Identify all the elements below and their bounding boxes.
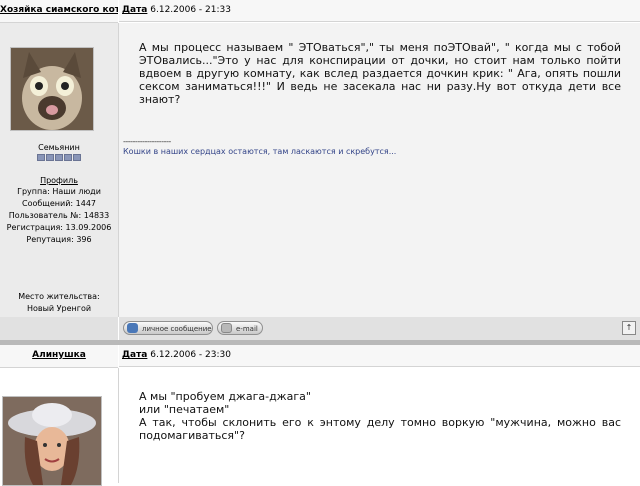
user-registration: Регистрация: 13.09.2006 [6,223,112,232]
private-message-button[interactable]: личное сообщение [123,321,213,335]
user-group: Группа: Наши люди [17,187,101,196]
avatar [2,396,102,486]
email-button-label: e-mail [236,325,258,333]
post-message: А мы "пробуем джага-джага" или "печатаем… [139,390,621,442]
post-message-line: А мы "пробуем джага-джага" [139,390,311,403]
author-panel: Семьянин Профиль Группа: Наши люди Сообщ… [0,23,119,317]
date-label[interactable]: Дата [122,5,147,15]
post-body-panel: А мы "пробуем джага-джага" или "печатаем… [119,368,640,483]
cat-avatar-icon [11,48,93,130]
date-label[interactable]: Дата [122,350,147,360]
post-message: А мы процесс называем " ЭТОваться"," ты … [139,41,621,106]
scroll-top-button[interactable]: ↑ [622,321,636,335]
location-label: Место жительства: [18,292,100,301]
post-date: Дата 6.12.2006 - 21:33 [119,0,640,22]
post-body-panel: А мы процесс называем " ЭТОваться"," ты … [119,23,640,317]
email-button[interactable]: e-mail [217,321,263,335]
post-author-name[interactable]: Хозяйка сиамского кота [0,0,118,23]
action-bar: личное сообщение e-mail ↑ [119,317,640,340]
users-icon [127,323,138,333]
user-number: Пользователь №: 14833 [8,211,110,220]
avatar [10,47,94,131]
user-reputation: Репутация: 396 [26,235,92,244]
location-value: Новый Уренгой [26,304,92,313]
date-value: 6.12.2006 - 21:33 [150,5,231,15]
post-message-line: А так, чтобы склонить его к энтому делу … [139,416,621,442]
action-bar-left [0,317,118,340]
user-photo-icon [3,397,101,485]
post-author-name[interactable]: Алинушка [0,345,118,368]
signature-divider: -------------------- [123,137,171,146]
forum-post: Хозяйка сиамского кота Дата 6.12.2006 - … [0,0,640,340]
rank-stars [0,153,118,165]
forum-post: Алинушка Дата 6.12.2006 - 23:30 А мы "пр… [0,345,640,486]
signature-text: Кошки в наших сердцах остаются, там ласк… [123,147,397,156]
user-messages: Сообщений: 1447 [22,199,96,208]
envelope-icon [221,323,232,333]
date-value: 6.12.2006 - 23:30 [150,350,231,360]
author-panel [0,368,119,486]
post-message-line: или "печатаем" [139,403,230,416]
pm-button-label: личное сообщение [142,325,212,333]
post-date: Дата 6.12.2006 - 23:30 [119,345,640,367]
